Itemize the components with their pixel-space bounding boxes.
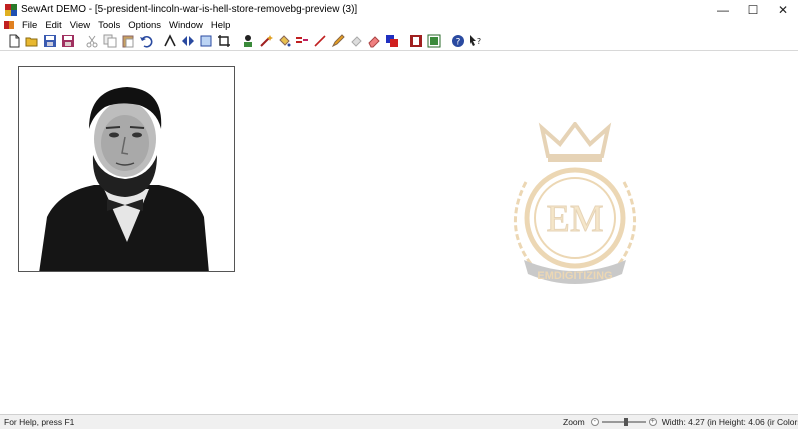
straighten-icon[interactable]: [162, 33, 178, 49]
resize-icon[interactable]: [198, 33, 214, 49]
zoom-out-icon[interactable]: -: [590, 418, 599, 426]
maximize-button[interactable]: ☐: [738, 0, 768, 19]
pencil-icon[interactable]: [330, 33, 346, 49]
document-icon[interactable]: [4, 20, 14, 30]
menu-tools[interactable]: Tools: [94, 20, 124, 31]
emdigitizing-watermark: EM EMDIGITIZING: [514, 122, 636, 284]
open-icon[interactable]: [24, 33, 40, 49]
new-icon[interactable]: [6, 33, 22, 49]
color-swap-icon[interactable]: [384, 33, 400, 49]
save-as-icon[interactable]: [60, 33, 76, 49]
paint-bucket-icon[interactable]: [276, 33, 292, 49]
toolbar: ? ?: [0, 31, 798, 51]
copy-icon[interactable]: [102, 33, 118, 49]
cut-icon[interactable]: [84, 33, 100, 49]
sew-icon[interactable]: [408, 33, 424, 49]
title-bar: SewArt DEMO - [5-president-lincoln-war-i…: [0, 0, 798, 19]
color-reduce-icon[interactable]: [294, 33, 310, 49]
menu-edit[interactable]: Edit: [41, 20, 65, 31]
preview-icon[interactable]: [426, 33, 442, 49]
menu-bar: File Edit View Tools Options Window Help: [0, 19, 798, 31]
context-help-icon[interactable]: ?: [468, 33, 484, 49]
menu-options[interactable]: Options: [124, 20, 165, 31]
zoom-in-icon[interactable]: +: [648, 418, 657, 426]
svg-text:?: ?: [477, 37, 481, 46]
fill-icon[interactable]: [348, 33, 364, 49]
help-icon[interactable]: ?: [450, 33, 466, 49]
close-button[interactable]: ✕: [768, 0, 798, 19]
crop-icon[interactable]: [216, 33, 232, 49]
person-icon[interactable]: [240, 33, 256, 49]
portrait-image[interactable]: [18, 66, 235, 272]
zoom-thumb[interactable]: [623, 418, 628, 426]
status-help-text: For Help, press F1: [4, 417, 75, 427]
menu-view[interactable]: View: [66, 20, 94, 31]
watermark-em-text: EM: [547, 198, 604, 240]
image-dimensions: Width: 4.27 (in Height: 4.06 (ir Colors:…: [661, 417, 798, 427]
svg-text:?: ?: [456, 37, 461, 47]
status-bar: For Help, press F1 Zoom - + Width: 4.27 …: [0, 414, 798, 429]
menu-help[interactable]: Help: [207, 20, 235, 31]
status-right-panel: Zoom - + Width: 4.27 (in Height: 4.06 (i…: [563, 415, 798, 429]
lincoln-portrait: [19, 67, 234, 271]
sewart-app-icon[interactable]: [5, 3, 17, 16]
menu-file[interactable]: File: [18, 20, 41, 31]
window-controls: — ☐ ✕: [708, 0, 798, 19]
document-canvas[interactable]: EM EMDIGITIZING: [0, 52, 798, 414]
undo-icon[interactable]: [138, 33, 154, 49]
paste-icon[interactable]: [120, 33, 136, 49]
minimize-button[interactable]: —: [708, 0, 738, 19]
zoom-slider[interactable]: - +: [590, 417, 657, 427]
menu-window[interactable]: Window: [165, 20, 207, 31]
flip-icon[interactable]: [180, 33, 196, 49]
window-title: SewArt DEMO - [5-president-lincoln-war-i…: [21, 4, 358, 15]
magic-wand-icon[interactable]: [258, 33, 274, 49]
eraser-icon[interactable]: [366, 33, 382, 49]
zoom-label: Zoom: [563, 417, 585, 427]
watermark-ribbon-text: EMDIGITIZING: [537, 270, 612, 282]
line-icon[interactable]: [312, 33, 328, 49]
save-icon[interactable]: [42, 33, 58, 49]
